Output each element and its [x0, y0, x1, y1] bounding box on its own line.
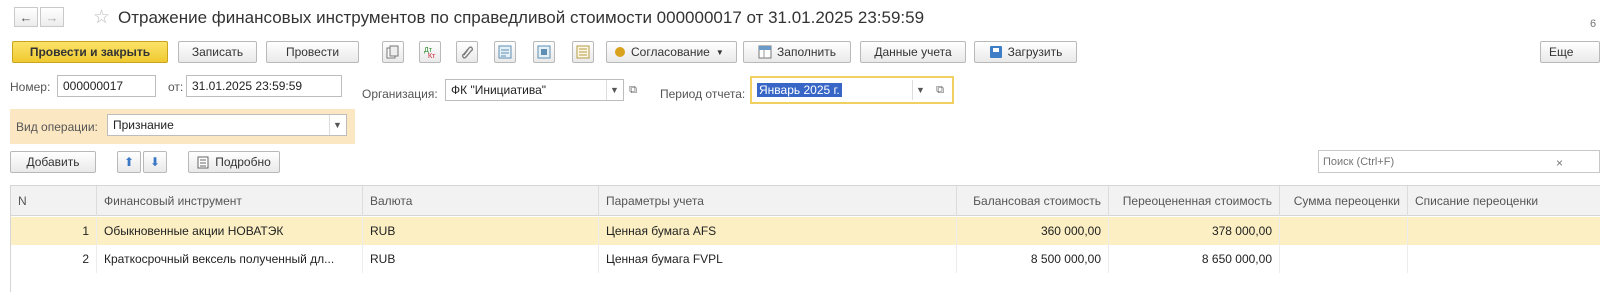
load-label: Загрузить	[1007, 45, 1063, 59]
fill-label: Заполнить	[777, 45, 836, 59]
svg-text:Кт: Кт	[428, 53, 436, 59]
cell-revaluation-sum	[1279, 245, 1407, 273]
cell-instrument: Обыкновенные акции НОВАТЭК	[96, 217, 362, 245]
approval-label: Согласование	[631, 45, 710, 59]
operation-type-value: Признание	[113, 118, 174, 132]
cell-currency: RUB	[362, 245, 598, 273]
column-header-params[interactable]: Параметры учета	[598, 186, 956, 216]
details-label: Подробно	[215, 155, 271, 169]
post-and-close-button[interactable]: Провести и закрыть	[12, 41, 168, 63]
organization-field[interactable]: ФК "Инициатива"	[445, 79, 624, 101]
load-icon	[989, 46, 1002, 58]
paperclip-icon	[462, 46, 473, 59]
move-down-button[interactable]: ⬇	[143, 151, 167, 173]
copy-icon	[386, 45, 399, 59]
organization-value: ФК "Инициатива"	[451, 83, 547, 97]
cell-revalued-value: 8 650 000,00	[1108, 245, 1279, 273]
period-open-icon[interactable]: ⧉	[932, 81, 948, 99]
approval-dropdown-button[interactable]: Согласование ▼	[606, 41, 737, 63]
save-button[interactable]: Записать	[178, 41, 257, 63]
post-button[interactable]: Провести	[266, 41, 359, 63]
fill-button[interactable]: Заполнить	[743, 41, 851, 63]
operation-type-label: Вид операции:	[16, 120, 98, 134]
cell-revaluation-writeoff	[1407, 245, 1600, 273]
cell-book-value: 8 500 000,00	[956, 245, 1108, 273]
number-label: Номер:	[10, 80, 51, 94]
column-header-instrument[interactable]: Финансовый инструмент	[96, 186, 362, 216]
cell-instrument: Краткосрочный вексель полученный дл...	[96, 245, 362, 273]
list-icon-button[interactable]	[572, 41, 594, 63]
attach-icon-button[interactable]	[456, 41, 478, 63]
column-header-book-value[interactable]: Балансовая стоимость	[956, 186, 1108, 216]
cell-revalued-value: 378 000,00	[1108, 217, 1279, 245]
cell-revaluation-sum	[1279, 217, 1407, 245]
column-header-revalued-value[interactable]: Переоцененная стоимость	[1108, 186, 1279, 216]
operation-type-field[interactable]: Признание	[107, 114, 347, 136]
report-icon	[498, 45, 512, 59]
period-dropdown-chevron-icon[interactable]: ▼	[912, 80, 928, 100]
column-header-revaluation-sum[interactable]: Сумма переоценки	[1279, 186, 1407, 216]
details-list-icon	[197, 156, 209, 168]
forward-arrow-icon: →	[45, 9, 59, 25]
document-icon	[537, 45, 551, 59]
approval-icon	[615, 47, 625, 57]
details-button[interactable]: Подробно	[188, 151, 280, 173]
arrow-up-icon: ⬆	[123, 155, 135, 169]
period-value: Январь 2025 г.	[757, 83, 842, 97]
load-button[interactable]: Загрузить	[974, 41, 1077, 63]
print-icon-button[interactable]	[533, 41, 555, 63]
column-header-revaluation-writeoff[interactable]: Списание переоценки	[1407, 186, 1600, 216]
debit-credit-icon-button[interactable]: Дт Кт	[419, 41, 441, 63]
back-button[interactable]: ←	[14, 7, 38, 27]
back-arrow-icon: ←	[19, 9, 33, 25]
organization-dropdown-chevron-icon[interactable]: ▼	[606, 80, 622, 100]
debit-credit-icon: ДтКт	[424, 47, 436, 59]
cell-params: Ценная бумага AFS	[598, 217, 956, 245]
table-header: N Финансовый инструмент Валюта Параметры…	[11, 186, 1600, 216]
chevron-down-icon: ▼	[715, 47, 724, 57]
organization-open-icon[interactable]: ⧉	[625, 81, 641, 99]
instruments-table: N Финансовый инструмент Валюта Параметры…	[10, 185, 1600, 292]
move-up-button[interactable]: ⬆	[117, 151, 141, 173]
search-clear-icon[interactable]: ×	[1556, 156, 1563, 170]
cell-book-value: 360 000,00	[956, 217, 1108, 245]
add-row-button[interactable]: Добавить	[10, 151, 96, 173]
date-field[interactable]: 31.01.2025 23:59:59	[186, 75, 342, 97]
accounting-data-button[interactable]: Данные учета	[860, 41, 966, 63]
more-button[interactable]: Еще	[1540, 41, 1600, 63]
cell-params: Ценная бумага FVPL	[598, 245, 956, 273]
list-icon	[576, 45, 590, 59]
cell-n: 2	[82, 252, 89, 266]
window-edge-glyph: 6	[1590, 18, 1597, 30]
column-header-currency[interactable]: Валюта	[362, 186, 598, 216]
page-title: Отражение финансовых инструментов по спр…	[118, 8, 925, 27]
column-header-n[interactable]: N	[11, 186, 96, 216]
cell-revaluation-writeoff	[1407, 217, 1600, 245]
cell-n: 1	[82, 224, 89, 238]
arrow-down-icon: ⬇	[149, 155, 161, 169]
operation-type-dropdown-chevron-icon[interactable]: ▼	[329, 115, 345, 135]
forward-button[interactable]: →	[40, 7, 64, 27]
period-label: Период отчета:	[660, 87, 746, 101]
copy-icon-button[interactable]	[382, 41, 404, 63]
cell-currency: RUB	[362, 217, 598, 245]
organization-label: Организация:	[362, 87, 438, 101]
table-row[interactable]: 2 Краткосрочный вексель полученный дл...…	[11, 245, 1600, 273]
date-label: от:	[168, 80, 184, 94]
table-row[interactable]: 1 Обыкновенные акции НОВАТЭК RUB Ценная …	[11, 217, 1600, 245]
favorite-star-icon[interactable]: ☆	[93, 6, 110, 29]
report-icon-button[interactable]	[494, 41, 516, 63]
number-field[interactable]: 000000017	[57, 75, 156, 97]
fill-table-icon	[758, 45, 772, 59]
